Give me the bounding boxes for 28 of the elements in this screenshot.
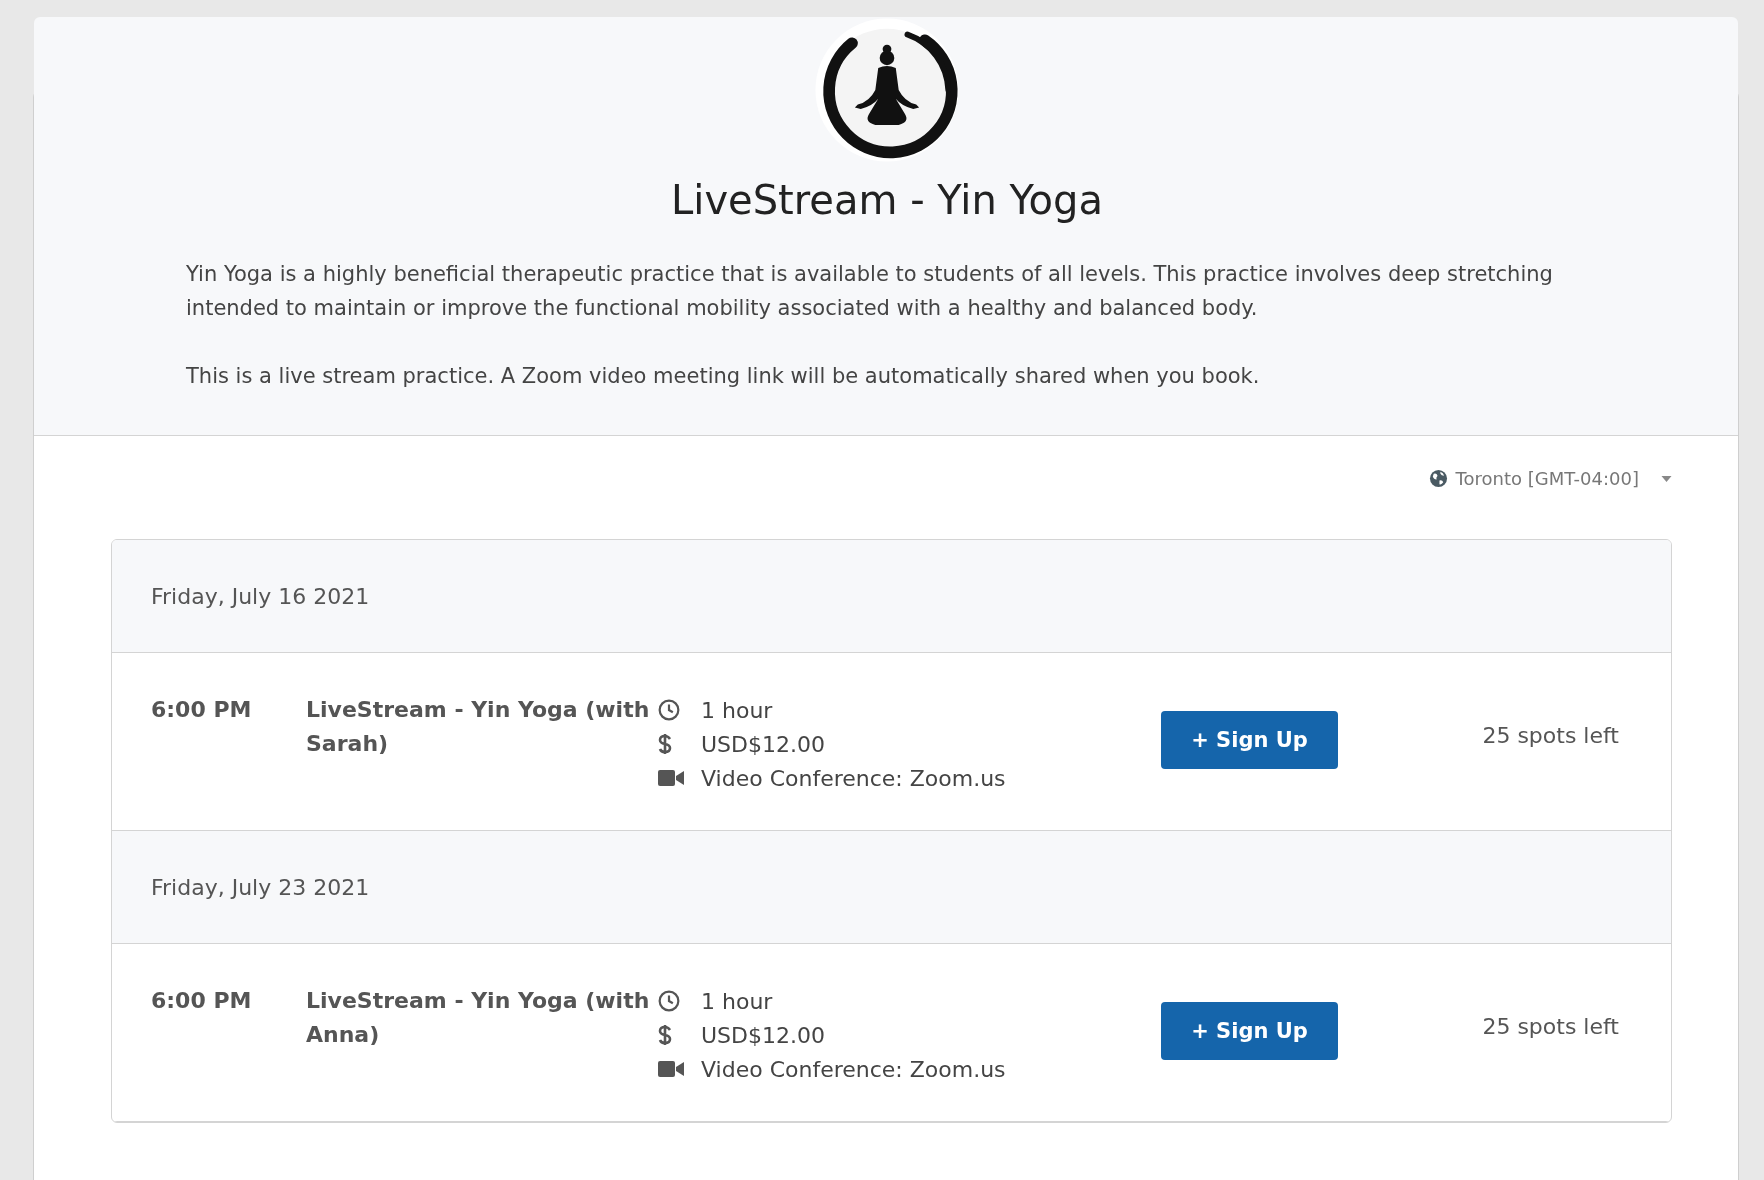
description-text: Yin Yoga is a highly beneficial therapeutic practice that is available to students of all levels. This practice involves deep stretching intended to maintain or improve the functional mobility associated with a healthy and balanced body. <box>186 261 1554 322</box>
price-text: USD$12.00 <box>701 1022 825 1048</box>
clock-icon <box>658 699 680 721</box>
clock-icon <box>658 990 680 1012</box>
event-time: 6:00 PM <box>151 987 253 1015</box>
sign-up-button[interactable]: + Sign Up <box>1161 1002 1338 1060</box>
sign-up-button[interactable]: + Sign Up <box>1161 711 1338 769</box>
dollar-icon <box>658 733 672 755</box>
date-label: Friday, July 23 2021 <box>151 874 370 900</box>
event-time: 6:00 PM <box>151 696 253 724</box>
video-camera-icon <box>658 769 684 787</box>
spots-left-text: 25 spots left <box>1481 1013 1620 1039</box>
price-text: USD$12.00 <box>701 731 825 757</box>
globe-icon <box>1428 469 1448 488</box>
timezone-dropdown[interactable]: Toronto [GMT-04:00] <box>111 468 1672 489</box>
event-name: LiveStream - Yin Yoga (with Sarah) <box>306 696 651 758</box>
video-camera-icon <box>658 1060 684 1078</box>
description-text: This is a live stream practice. A Zoom video meeting link will be automatically shared when you book. <box>186 363 1261 390</box>
page-title: LiveStream - Yin Yoga <box>670 177 1104 223</box>
date-label: Friday, July 16 2021 <box>151 583 370 609</box>
duration-text: 1 hour <box>701 988 773 1014</box>
dollar-icon <box>658 1024 672 1046</box>
caret-icon <box>1661 475 1672 482</box>
location-text: Video Conference: Zoom.us <box>701 765 1006 791</box>
event-name: LiveStream - Yin Yoga (with Anna) <box>306 987 651 1049</box>
duration-text: 1 hour <box>701 697 773 723</box>
spots-left-text: 25 spots left <box>1481 722 1620 748</box>
location-text: Video Conference: Zoom.us <box>701 1056 1006 1082</box>
